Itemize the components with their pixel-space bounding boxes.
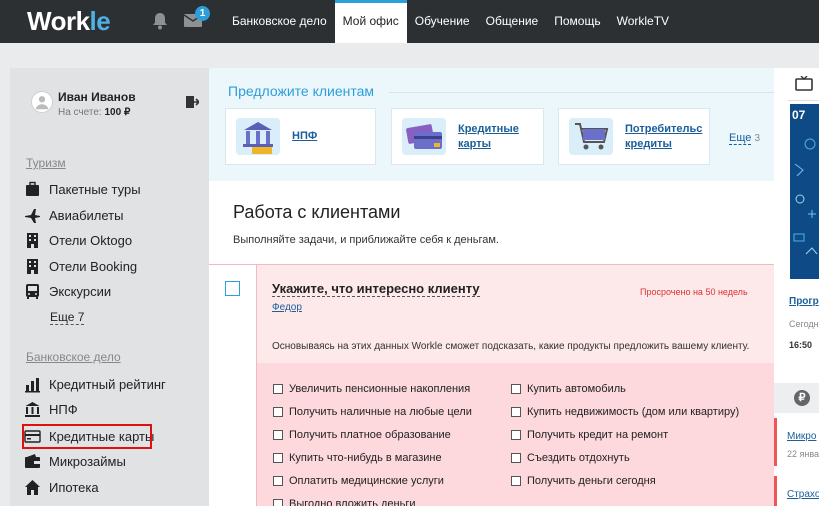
option-checkbox[interactable]: Получить платное образование <box>273 428 451 442</box>
house-icon <box>25 479 40 495</box>
sidebar-item-package-tours[interactable]: Пакетные туры <box>24 179 141 199</box>
task-client-link[interactable]: Федор <box>272 302 302 313</box>
program-link[interactable]: Прогр <box>789 296 819 307</box>
offer-card-credit-cards[interactable]: Кредитные карты <box>391 108 544 165</box>
sidebar-item-credit-rating[interactable]: Кредитный рейтинг <box>24 374 166 394</box>
top-bar: Workle 1 Банковское дело Мой офис Обучен… <box>0 0 819 43</box>
nav-help[interactable]: Помощь <box>546 0 608 43</box>
suitcase-icon <box>26 181 39 196</box>
task-overdue-status: Просрочено на 50 недель <box>640 287 748 297</box>
hotel-icon <box>27 258 38 274</box>
mail-badge: 1 <box>195 6 210 21</box>
sidebar-item-microloans[interactable]: Микрозаймы <box>24 451 126 471</box>
sidebar-item-mortgage[interactable]: Ипотека <box>24 477 99 497</box>
sidebar-item-flights[interactable]: Авиабилеты <box>24 205 123 225</box>
credit-cards-highlight <box>22 424 152 449</box>
main-content: Предложите клиентам НПФ Кредитныекарты <box>209 68 774 506</box>
option-checkbox[interactable]: Увеличить пенсионные накопления <box>273 382 470 396</box>
tourism-more-link[interactable]: Еще 7 <box>50 310 85 325</box>
right-column: 07 Прогр Сегодня 16:50 ₽ Микро 22 января… <box>774 68 819 506</box>
sidebar-item-npf[interactable]: НПФ <box>24 399 78 419</box>
video-doodles <box>793 138 818 255</box>
airplane-icon <box>25 208 40 223</box>
user-name[interactable]: Иван Иванов <box>58 90 136 104</box>
offer-panel: Предложите клиентам НПФ Кредитныекарты <box>209 68 774 181</box>
option-checkbox[interactable]: Получить наличные на любые цели <box>273 405 472 419</box>
nav-my-office[interactable]: Мой офис <box>334 0 407 43</box>
nav-banking[interactable]: Банковское дело <box>224 0 335 43</box>
nav-community[interactable]: Общение <box>478 0 547 43</box>
option-checkbox[interactable]: Выгодно вложить деньги <box>273 497 416 506</box>
section-tourism[interactable]: Туризм <box>26 156 66 170</box>
workle-logo[interactable]: Workle <box>27 6 111 37</box>
sidebar-item-booking[interactable]: Отели Booking <box>24 256 137 276</box>
bank-icon <box>25 401 40 417</box>
user-balance: На счете: 100 ₽ <box>58 107 131 118</box>
credit-cards-icon <box>402 118 446 155</box>
task-description: Основываясь на этих данных Workle сможет… <box>272 341 750 352</box>
video-thumbnail[interactable]: 07 <box>790 104 819 279</box>
tv-icon[interactable] <box>795 76 813 91</box>
avatar[interactable] <box>31 91 53 113</box>
page-title: Работа с клиентами <box>233 202 401 222</box>
section-banking[interactable]: Банковское дело <box>26 350 121 364</box>
offer-more-link[interactable]: Еще 3 <box>729 132 760 145</box>
offer-title: Предложите клиентам <box>228 83 375 99</box>
right-divider <box>788 100 819 101</box>
offer-card-npf[interactable]: НПФ <box>225 108 376 165</box>
offer-card-npf-label: НПФ <box>292 130 318 142</box>
task-header: Укажите, что интересно клиенту Федор Про… <box>257 265 774 363</box>
task-card: Укажите, что интересно клиенту Федор Про… <box>209 264 774 506</box>
offer-card-consumer-credits-label: Потребительс кредиты <box>625 122 703 150</box>
offer-card-consumer-credits[interactable]: Потребительс кредиты <box>558 108 710 165</box>
option-checkbox[interactable]: Получить кредит на ремонт <box>511 428 668 442</box>
option-checkbox[interactable]: Купить что-нибудь в магазине <box>273 451 442 465</box>
offer-divider <box>389 92 774 93</box>
option-checkbox[interactable]: Купить недвижимость (дом или квартиру) <box>511 405 739 419</box>
nav-education[interactable]: Обучение <box>407 0 478 43</box>
task-title[interactable]: Укажите, что интересно клиенту <box>272 281 480 297</box>
page-subtitle: Выполняйте задачи, и приближайте себя к … <box>233 234 499 246</box>
npf-bank-icon <box>236 118 280 155</box>
sidebar-item-excursions[interactable]: Экскурсии <box>24 281 111 301</box>
logout-icon[interactable] <box>185 95 199 109</box>
news-item[interactable]: Страхо <box>774 476 819 506</box>
bus-icon <box>26 283 39 299</box>
program-date: Сегодня <box>789 319 819 329</box>
hotel-icon <box>27 232 38 248</box>
nav-workle-tv[interactable]: WorkleTV <box>609 0 677 43</box>
offer-card-credit-cards-label: Кредитные карты <box>458 122 519 150</box>
wallet-icon <box>25 453 40 468</box>
news-item[interactable]: Микро 22 января <box>774 418 819 466</box>
bell-icon[interactable] <box>152 12 168 30</box>
option-checkbox[interactable]: Оплатить медицинские услуги <box>273 474 444 488</box>
shopping-cart-icon <box>569 118 613 155</box>
option-checkbox[interactable]: Получить деньги сегодня <box>511 474 656 488</box>
option-checkbox[interactable]: Купить автомобиль <box>511 382 626 396</box>
option-checkbox[interactable]: Съездить отдохнуть <box>511 451 630 465</box>
task-check-column <box>209 265 257 506</box>
program-time: 16:50 <box>789 340 813 350</box>
ruble-icon: ₽ <box>794 390 810 406</box>
sidebar-item-oktogo[interactable]: Отели Oktogo <box>24 230 132 250</box>
task-complete-checkbox[interactable] <box>225 281 240 296</box>
main-nav: Банковское дело Мой офис Обучение Общени… <box>224 0 677 43</box>
chart-icon <box>25 377 40 392</box>
